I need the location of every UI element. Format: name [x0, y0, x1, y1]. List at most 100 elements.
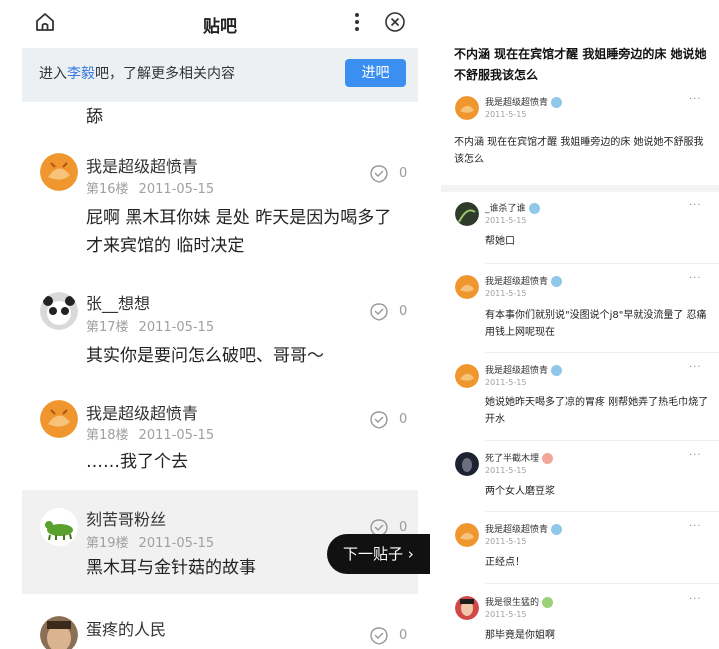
more-options-icon[interactable]: ··· — [689, 594, 702, 605]
forum-link[interactable]: 李毅 — [67, 66, 95, 82]
post-date: 2011-05-15 — [138, 536, 215, 551]
divider — [485, 583, 719, 584]
post-meta: 第17楼 2011-05-15 — [86, 316, 224, 335]
post-content: 不内涵 现在在宾馆才醒 我姐睡旁边的床 她说她不舒服我该怎么 — [454, 137, 704, 165]
more-options-icon[interactable]: ··· — [689, 273, 702, 284]
username-text: 我是超级超愤青 — [485, 98, 549, 108]
post-date: 2011-05-15 — [138, 182, 215, 197]
avatar[interactable] — [455, 275, 479, 299]
username[interactable]: 我是超级超愤青 — [86, 153, 198, 177]
post-item[interactable]: 我是超级超愤青 第16楼 2011-05-15 0 屁啊 黑木耳你妹 是处 昨天是… — [22, 140, 418, 264]
like-icon[interactable] — [368, 164, 390, 184]
reply-content: 两个女人磨豆浆 — [485, 486, 555, 497]
username-text: 我是超级超愤青 — [485, 525, 549, 535]
section-divider — [441, 185, 719, 192]
avatar[interactable] — [455, 452, 479, 476]
reply-content: 有本事你们就别说"没图说个j8"早就没流量了 忍痛用钱上网呢现在 — [485, 310, 707, 338]
more-options-icon[interactable]: ··· — [689, 94, 702, 105]
thread-detail-view: 不内涵 现在在宾馆才醒 我姐睡旁边的床 她说她不舒服我该怎么 我是超级超愤青 2… — [441, 0, 719, 649]
post-meta: 第18楼 2011-05-15 — [86, 424, 224, 443]
level-badge — [542, 597, 554, 608]
reply-content: 帮她口 — [485, 236, 515, 247]
previous-post-fragment: 舔 — [86, 107, 103, 127]
close-icon[interactable] — [384, 11, 406, 33]
more-options-icon[interactable]: ··· — [689, 362, 702, 373]
username[interactable]: 蛋疼的人民 — [86, 616, 166, 640]
username-text: 我是超级超愤青 — [485, 277, 549, 287]
floor-number: 第17楼 — [86, 320, 129, 335]
username[interactable]: 我是超级超愤青 — [86, 400, 198, 424]
avatar[interactable] — [455, 596, 479, 620]
floor-number: 第18楼 — [86, 428, 129, 443]
level-badge — [551, 97, 563, 108]
username[interactable]: 死了半截木埋 — [485, 451, 554, 464]
username-text: 我是超级超愤青 — [485, 366, 549, 376]
reply-content: 她说她昨天喝多了凉的胃疼 刚帮她弄了热毛巾烧了开水 — [485, 397, 709, 425]
post-item[interactable]: 张__想想 第17楼 2011-05-15 0 其实你是要问怎么破吧、哥哥～ — [22, 278, 418, 374]
avatar[interactable] — [40, 616, 78, 649]
username[interactable]: _谁杀了谁 — [485, 201, 540, 214]
next-post-button[interactable]: 下一贴子 › — [327, 534, 430, 574]
level-badge — [551, 276, 563, 287]
banner-text: 进入李毅吧，了解更多相关内容 — [39, 63, 235, 83]
floor-number: 第19楼 — [86, 536, 129, 551]
post-meta: 第19楼 2011-05-15 — [86, 532, 224, 551]
avatar[interactable] — [455, 202, 479, 226]
reply-content: 那毕竟是你姐啊 — [485, 630, 555, 641]
like-count: 0 — [399, 520, 408, 535]
post-date: 2011-5-15 — [485, 216, 527, 225]
avatar[interactable] — [40, 400, 78, 438]
avatar[interactable] — [40, 292, 78, 330]
username[interactable]: 我是超级超愤青 — [485, 363, 563, 376]
reply-content: 正经点！ — [485, 557, 525, 568]
level-badge — [542, 453, 554, 464]
username[interactable]: 张__想想 — [86, 290, 150, 314]
like-icon[interactable] — [368, 410, 390, 430]
tieba-thread-view: 贴吧 进入李毅吧，了解更多相关内容 进吧 舔 我是超级超愤青 第16楼 2011-… — [0, 0, 430, 649]
more-options-icon[interactable]: ··· — [689, 450, 702, 461]
post-date: 2011-5-15 — [485, 289, 527, 298]
more-options-icon[interactable]: ··· — [689, 521, 702, 532]
username[interactable]: 刻苦哥粉丝 — [86, 506, 166, 530]
more-options-icon[interactable]: ··· — [689, 200, 702, 211]
avatar[interactable] — [455, 523, 479, 547]
divider — [485, 263, 719, 264]
like-count: 0 — [399, 304, 408, 319]
like-count: 0 — [399, 166, 408, 181]
enter-forum-banner: 进入李毅吧，了解更多相关内容 进吧 — [22, 48, 418, 102]
banner-prefix: 进入 — [39, 66, 67, 82]
floor-number: 第16楼 — [86, 182, 129, 197]
more-options-icon[interactable] — [350, 11, 364, 33]
enter-forum-button[interactable]: 进吧 — [345, 59, 406, 87]
divider — [485, 511, 719, 512]
divider — [485, 440, 719, 441]
banner-suffix: 吧，了解更多相关内容 — [95, 66, 235, 82]
post-content: ……我了个去 — [86, 452, 188, 472]
post-date: 2011-5-15 — [485, 610, 527, 619]
avatar[interactable] — [40, 508, 78, 546]
level-badge — [551, 365, 563, 376]
top-bar: 贴吧 — [22, 0, 418, 48]
post-date: 2011-5-15 — [485, 378, 527, 387]
post-date: 2011-5-15 — [485, 466, 527, 475]
like-icon[interactable] — [368, 626, 390, 646]
like-icon[interactable] — [368, 302, 390, 322]
like-count: 0 — [399, 412, 408, 427]
username[interactable]: 我是超级超愤青 — [485, 95, 563, 108]
username[interactable]: 我是超级超愤青 — [485, 522, 563, 535]
post-item[interactable]: 蛋疼的人民 0 — [22, 602, 418, 649]
post-meta: 第16楼 2011-05-15 — [86, 178, 224, 197]
avatar[interactable] — [455, 96, 479, 120]
avatar[interactable] — [455, 364, 479, 388]
username[interactable]: 我是超级超愤青 — [485, 274, 563, 287]
username-text: 我是很生猛的 — [485, 598, 540, 608]
post-item[interactable]: 我是超级超愤青 第18楼 2011-05-15 0 ……我了个去 — [22, 388, 418, 484]
post-content: 其实你是要问怎么破吧、哥哥～ — [86, 346, 324, 366]
divider — [485, 352, 719, 353]
post-date: 2011-5-15 — [485, 110, 527, 119]
username[interactable]: 我是很生猛的 — [485, 595, 554, 608]
post-date: 2011-05-15 — [138, 428, 215, 443]
username-text: _谁杀了谁 — [485, 204, 526, 214]
avatar[interactable] — [40, 153, 78, 191]
level-badge — [551, 524, 563, 535]
